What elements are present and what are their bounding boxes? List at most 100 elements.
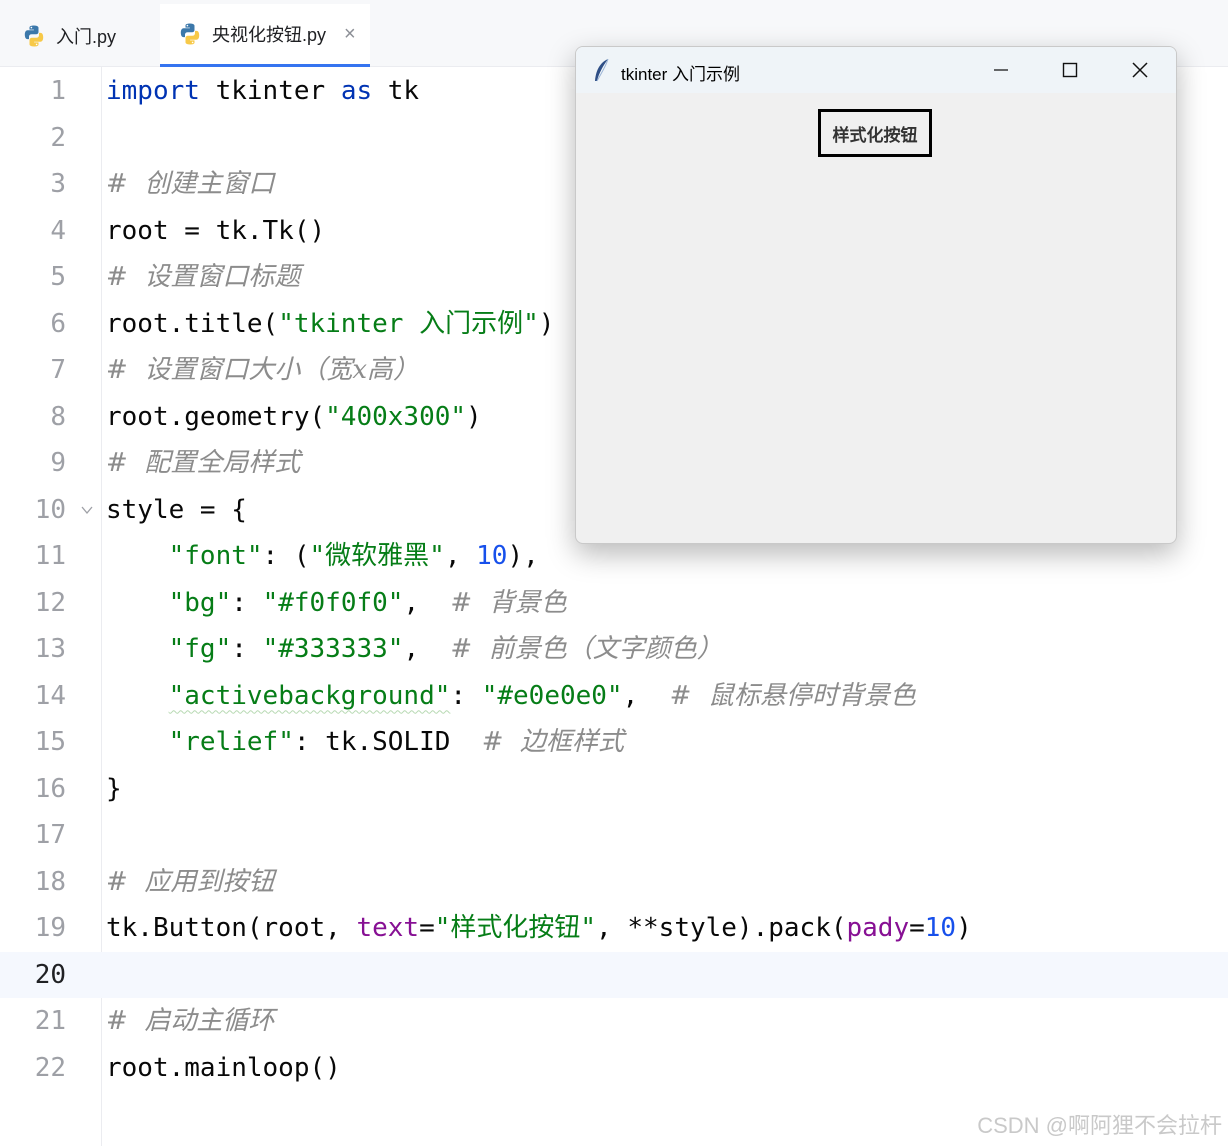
code-token: # 应用到按钮 — [106, 866, 275, 897]
code-token: "样式化按钮" — [434, 913, 597, 943]
code-token: tkinter — [199, 76, 341, 106]
code-text: # 配置全局样式 — [106, 440, 300, 487]
line-number: 2 — [50, 122, 66, 153]
code-token: ) — [956, 913, 972, 943]
code-token: : ( — [262, 541, 310, 571]
code-line[interactable]: 20 — [0, 951, 1228, 998]
code-line[interactable]: 13 "fg": "#333333", # 前景色（文字颜色） — [0, 626, 1228, 673]
code-token: , — [403, 587, 451, 618]
code-token: = — [909, 913, 925, 943]
line-number: 4 — [50, 215, 66, 246]
line-number: 6 — [50, 308, 66, 339]
code-token: pady — [846, 913, 910, 943]
line-number: 8 — [50, 401, 66, 432]
code-token: root = tk.Tk() — [106, 215, 326, 246]
code-text: "activebackground": "#e0e0e0", # 鼠标悬停时背景… — [106, 673, 916, 720]
code-token: , **style).pack( — [596, 913, 847, 943]
code-text: root.title("tkinter 入门示例") — [106, 301, 554, 348]
maximize-button[interactable] — [1047, 55, 1093, 85]
code-token: ) — [538, 308, 555, 339]
code-token: text — [356, 913, 420, 943]
code-line[interactable]: 16} — [0, 766, 1228, 813]
code-token: # 创建主窗口 — [106, 169, 275, 199]
code-token: tk.Button(root, — [106, 913, 357, 943]
line-number: 22 — [34, 1052, 66, 1083]
code-line[interactable]: 14 "activebackground": "#e0e0e0", # 鼠标悬停… — [0, 673, 1228, 720]
watermark: CSDN @啊阿狸不会拉杆 — [977, 1113, 1222, 1138]
code-token: root.geometry( — [106, 401, 326, 432]
line-number: 7 — [50, 355, 66, 385]
line-number: 16 — [34, 773, 66, 804]
code-token: # 鼠标悬停时背景色 — [669, 680, 916, 711]
close-button[interactable] — [1117, 55, 1163, 85]
code-text: root = tk.Tk() — [106, 208, 325, 255]
code-line[interactable]: 12 "bg": "#f0f0f0", # 背景色 — [0, 580, 1228, 627]
line-number: 20 — [34, 959, 66, 990]
code-token: # 前景色（文字颜色） — [450, 634, 723, 664]
fold-chevron-icon[interactable] — [80, 503, 94, 517]
code-token: import — [106, 76, 200, 106]
code-text: # 启动主循环 — [106, 998, 274, 1045]
code-token: "bg" — [168, 587, 232, 618]
code-text: } — [106, 766, 122, 813]
code-text: # 设置窗口大小（宽x高） — [106, 347, 419, 394]
tab-label: 央视化按钮.py — [212, 25, 327, 45]
code-line[interactable]: 15 "relief": tk.SOLID # 边框样式 — [0, 719, 1228, 766]
maximize-icon — [1062, 62, 1078, 78]
code-line[interactable]: 22 root.mainloop() — [0, 1045, 1228, 1092]
tab-intro-py[interactable]: 入门.py — [0, 4, 160, 67]
code-token: as — [340, 76, 373, 106]
code-token: "微软雅黑" — [309, 541, 445, 571]
code-token: "fg" — [168, 634, 232, 664]
python-file-icon — [180, 23, 200, 45]
line-number: 18 — [34, 866, 66, 897]
minimize-button[interactable] — [978, 55, 1024, 85]
window-title: tkinter 入门示例 — [621, 65, 741, 84]
code-token: , — [403, 634, 451, 664]
line-number: 14 — [34, 680, 66, 711]
feather-icon — [595, 58, 609, 82]
code-token: : — [450, 680, 482, 711]
code-token: # 背景色 — [450, 587, 567, 618]
code-text: "relief": tk.SOLID # 边框样式 — [106, 719, 624, 766]
code-token: : — [231, 634, 263, 664]
tab-close-icon[interactable]: × — [344, 24, 356, 44]
python-file-icon — [24, 25, 44, 46]
code-line[interactable]: 19 tk.Button(root, text="样式化按钮", **style)… — [0, 905, 1228, 952]
code-token: = — [419, 913, 435, 943]
code-token: root.mainloop() — [106, 1052, 341, 1083]
code-token: , — [444, 541, 477, 571]
code-line[interactable]: 18 # 应用到按钮 — [0, 859, 1228, 906]
code-token: ) — [466, 401, 482, 432]
code-line[interactable]: 21 # 启动主循环 — [0, 998, 1228, 1045]
tab-styled-button-py[interactable]: 央视化按钮.py × — [160, 4, 370, 67]
code-token: ), — [507, 541, 539, 571]
line-number: 1 — [50, 76, 66, 106]
code-token: : — [231, 587, 263, 618]
code-token: "#e0e0e0" — [481, 680, 623, 711]
code-token: "tkinter 入门示例" — [278, 308, 539, 339]
code-token: "400x300" — [325, 401, 467, 432]
code-token: } — [106, 773, 122, 804]
code-token: # 边框样式 — [481, 727, 625, 757]
code-token: "font" — [168, 541, 263, 571]
code-token: , — [622, 680, 670, 711]
code-text: # 创建主窗口 — [106, 161, 274, 208]
tab-label: 入门.py — [56, 26, 117, 47]
code-token: : tk.SOLID — [293, 727, 482, 757]
styled-button[interactable]: 样式化按钮 — [818, 109, 932, 157]
tkinter-window[interactable]: tkinter 入门示例 样式化按钮 — [575, 46, 1177, 544]
code-text: # 设置窗口标题 — [106, 254, 300, 301]
line-number: 12 — [34, 587, 66, 618]
code-line[interactable]: 17 — [0, 812, 1228, 859]
window-titlebar[interactable]: tkinter 入门示例 — [576, 47, 1176, 93]
line-number: 5 — [50, 262, 66, 292]
code-token: "relief" — [168, 727, 294, 757]
line-number: 9 — [50, 448, 66, 478]
code-text: import tkinter as tk — [106, 68, 419, 115]
